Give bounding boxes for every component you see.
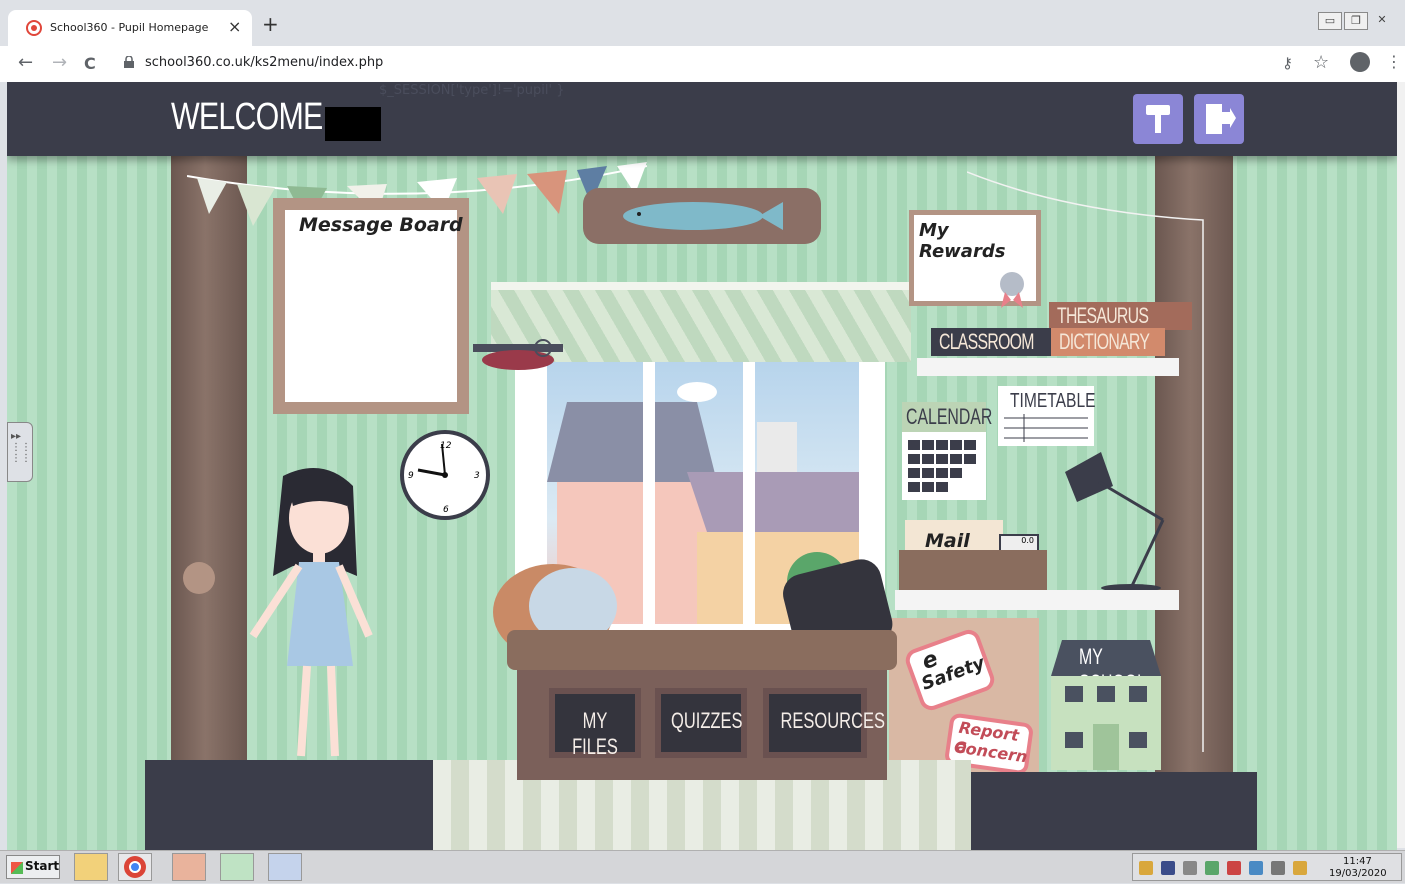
page-viewport: Message Board 12 3 6 9 My Rewards THESAU… <box>7 82 1397 850</box>
bookmark-star-icon[interactable]: ☆ <box>1313 52 1329 73</box>
svg-text:9: 9 <box>408 471 414 481</box>
left-tree-trunk <box>171 156 247 766</box>
svg-text:12: 12 <box>440 441 452 451</box>
floor-right <box>957 772 1257 850</box>
publisher-green-icon[interactable] <box>220 853 254 881</box>
pupil-avatar[interactable] <box>243 466 383 776</box>
key-icon[interactable]: ⚷ <box>1282 54 1293 72</box>
debug-session-text: $_SESSION['type']!='pupil' } <box>379 83 565 98</box>
start-label: Start <box>25 859 60 873</box>
message-board-paper <box>285 210 457 402</box>
keyboard-tray-icon[interactable] <box>1271 861 1285 875</box>
recycle-tray-icon[interactable] <box>1205 861 1219 875</box>
resources-drawer[interactable]: RESOURCES <box>763 688 886 758</box>
tab-close-icon[interactable]: × <box>228 17 241 36</box>
message-board-label: Message Board <box>299 214 463 236</box>
string-lights-icon <box>967 171 1204 752</box>
system-tray: 11:47 19/03/2020 <box>1132 853 1402 881</box>
close-window-icon[interactable]: ✕ <box>1370 12 1394 30</box>
tools-tray-icon[interactable] <box>1227 861 1241 875</box>
my-files-label: MY FILES <box>572 708 618 759</box>
lock-icon <box>124 56 134 68</box>
double-arrow-icon: ▸▸ ⋮⋮ ⋮⋮ <box>11 431 31 464</box>
window-mullion <box>743 362 755 624</box>
svg-text:3: 3 <box>474 471 480 481</box>
site-header: $_SESSION['type']!='pupil' } WELCOME, <box>7 82 1397 156</box>
display-tray-icon[interactable] <box>1249 861 1263 875</box>
address-bar[interactable]: school360.co.uk/ks2menu/index.php <box>145 55 383 70</box>
clock-face-icon: 12 3 6 9 <box>408 441 480 515</box>
volume-tray-icon[interactable] <box>1183 861 1197 875</box>
redacted-pupil-name <box>325 107 381 141</box>
windows-flag-icon <box>11 862 23 874</box>
my-files-drawer[interactable]: MY FILES <box>549 688 641 759</box>
bench-body: MY FILES QUIZZES RESOURCES <box>517 670 887 780</box>
side-panel-toggle[interactable]: ▸▸ ⋮⋮ ⋮⋮ <box>7 422 33 482</box>
flag-tray-icon[interactable] <box>1293 861 1307 875</box>
minimize-icon[interactable]: ▭ <box>1318 12 1342 30</box>
logout-icon <box>1206 104 1236 134</box>
taskbar-date[interactable]: 19/03/2020 <box>1329 868 1387 879</box>
logout-button[interactable] <box>1194 94 1244 144</box>
school360-favicon-icon <box>26 20 42 36</box>
window-controls: ▭ ❐ ✕ <box>1318 12 1400 32</box>
word-icon[interactable] <box>268 853 302 881</box>
toy-airplane-icon <box>473 339 563 370</box>
chrome-icon[interactable] <box>118 853 152 881</box>
restore-icon[interactable]: ❐ <box>1344 12 1368 30</box>
window-mullion <box>643 362 655 624</box>
browser-tab-bar: School360 - Pupil Homepage × + ▭ ❐ ✕ <box>0 0 1405 46</box>
quizzes-label: QUIZZES <box>671 708 743 733</box>
reload-button[interactable]: C <box>84 54 96 73</box>
paint-roller-icon <box>1146 105 1170 133</box>
start-button[interactable]: Start <box>6 855 60 879</box>
svg-text:6: 6 <box>443 505 449 515</box>
welcome-heading: WELCOME, <box>171 96 331 138</box>
new-tab-button[interactable]: + <box>262 14 279 34</box>
quizzes-drawer[interactable]: QUIZZES <box>655 688 747 758</box>
forward-button[interactable]: → <box>52 52 67 73</box>
taskbar-time[interactable]: 11:47 <box>1343 856 1372 867</box>
file-explorer-icon[interactable] <box>74 853 108 881</box>
tab-title: School360 - Pupil Homepage <box>50 21 209 34</box>
mail-label: Mail <box>925 530 970 552</box>
resources-label: RESOURCES <box>780 708 886 733</box>
paint-roller-button[interactable] <box>1133 94 1183 144</box>
shield-tray-icon[interactable] <box>1139 861 1153 875</box>
wall-clock: 12 3 6 9 <box>400 430 490 520</box>
account-icon[interactable] <box>1350 52 1370 72</box>
message-board[interactable]: Message Board <box>273 198 469 414</box>
fish-icon <box>623 202 783 230</box>
fish-plaque <box>583 188 821 244</box>
browser-menu-icon[interactable]: ⋮ <box>1386 52 1402 71</box>
publisher-icon[interactable] <box>172 853 206 881</box>
light-switch <box>183 562 215 594</box>
network-tray-icon[interactable] <box>1161 861 1175 875</box>
bench-top <box>507 630 897 670</box>
windows-taskbar: Start 11:47 19/03/2020 <box>0 850 1405 883</box>
browser-tab[interactable]: School360 - Pupil Homepage × <box>8 10 252 46</box>
back-button[interactable]: ← <box>18 52 33 73</box>
browser-toolbar: ← → C school360.co.uk/ks2menu/index.php … <box>0 46 1405 82</box>
window-bench: MY FILES QUIZZES RESOURCES <box>507 630 897 780</box>
page-scrollbar[interactable] <box>1397 82 1405 848</box>
